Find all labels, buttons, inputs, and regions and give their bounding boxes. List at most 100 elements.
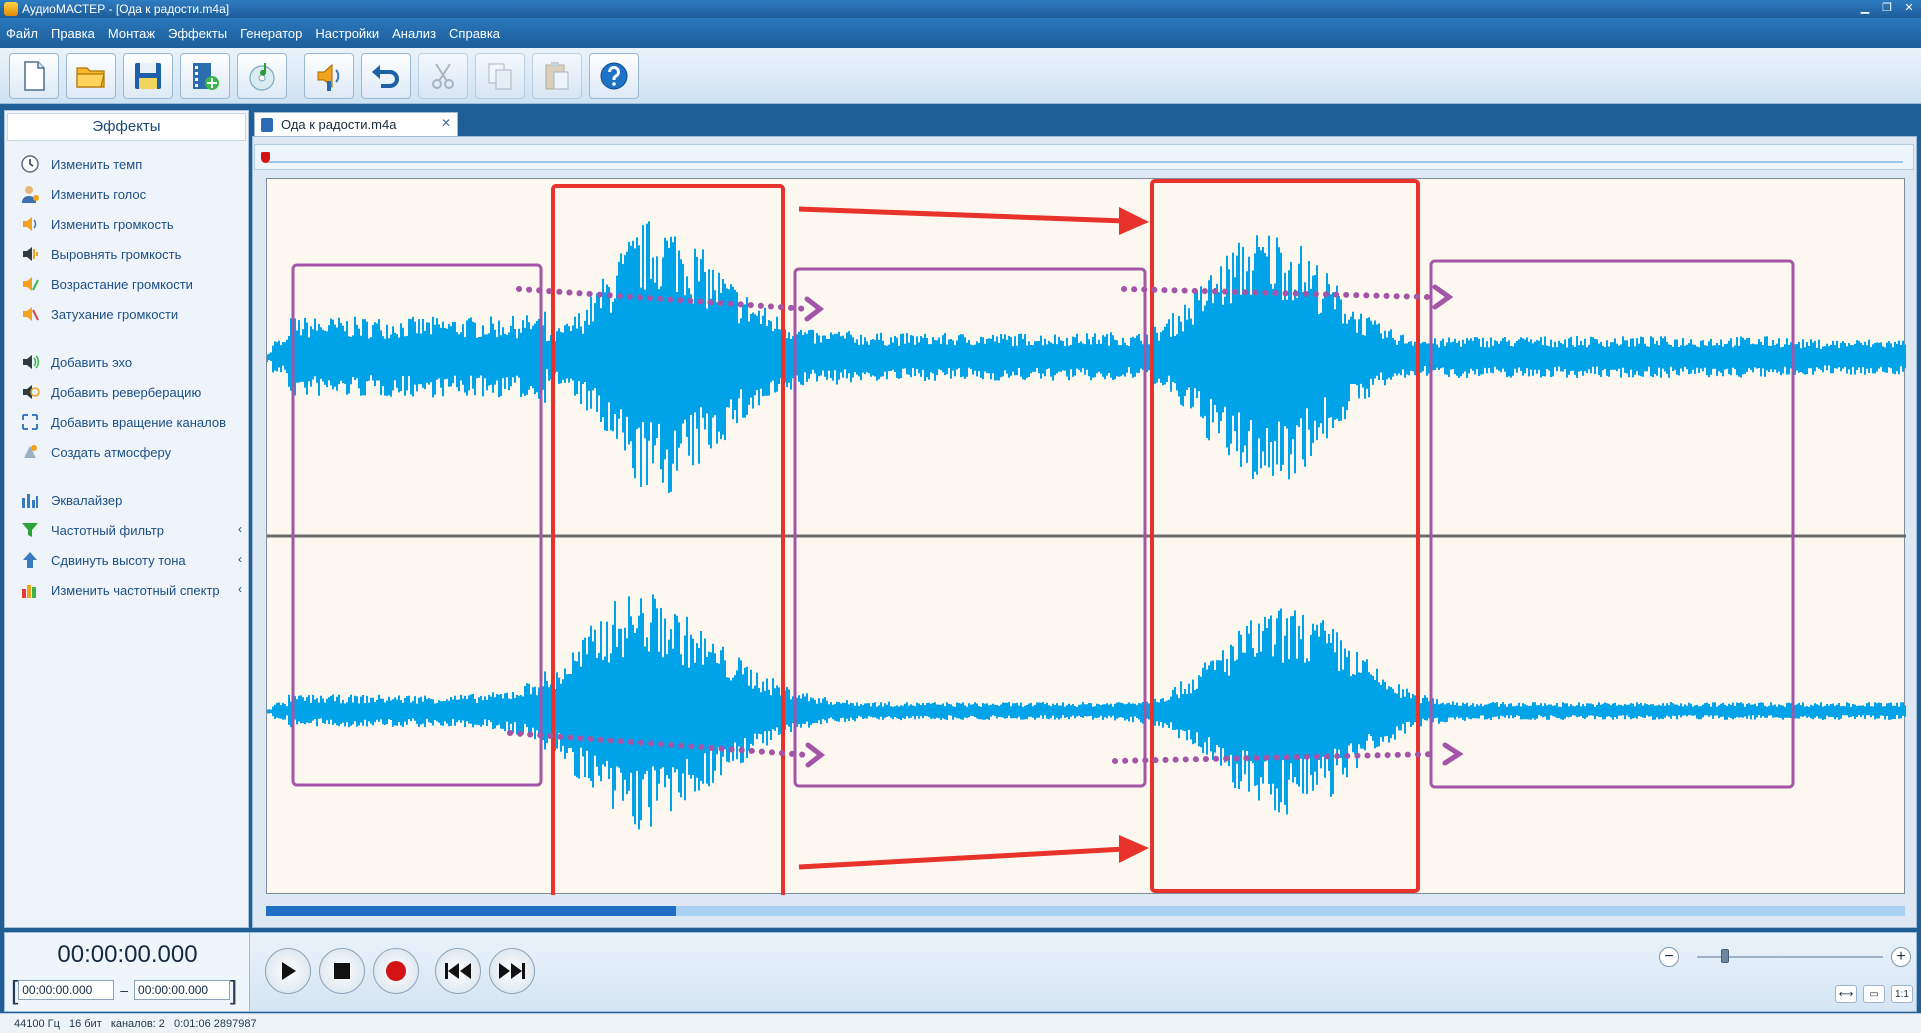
audio-properties-icon (317, 63, 340, 91)
arrowhead-icon (1432, 284, 1454, 310)
arrowhead-icon (804, 296, 825, 322)
effect-fade-in[interactable]: Возрастание громкости (5, 269, 248, 299)
playhead-marker[interactable] (261, 152, 270, 163)
volume-level-icon (19, 243, 41, 265)
arrow-head-icon (1119, 207, 1149, 235)
effect-label: Частотный фильтр (51, 522, 164, 538)
bracket-right: ] (230, 975, 238, 1005)
help-button[interactable] (589, 52, 639, 99)
effect-create-atmosphere[interactable]: Создать атмосферу (5, 437, 248, 467)
effect-change-tempo[interactable]: Изменить темп (5, 149, 248, 179)
menu-help[interactable]: Справка (449, 26, 500, 41)
selection-range: [ – ] (11, 977, 237, 1003)
play-button[interactable] (265, 948, 311, 994)
chevron-left-icon[interactable]: ‹ (238, 522, 242, 536)
zoom-in-button[interactable]: + (1891, 947, 1911, 967)
effect-label: Добавить эхо (51, 354, 133, 370)
arrowhead-icon (805, 742, 826, 768)
timeline-ruler[interactable] (254, 144, 1914, 170)
burn-cd-button[interactable] (237, 52, 287, 99)
toolbar (0, 48, 1921, 104)
effect-label: Возрастание громкости (51, 276, 193, 292)
menu-generator[interactable]: Генератор (240, 26, 302, 41)
filter-funnel-icon (19, 519, 41, 541)
audio-properties-button[interactable] (304, 52, 354, 99)
menu-file[interactable]: Файл (6, 26, 38, 41)
range-start-input[interactable] (18, 980, 115, 1000)
effect-change-volume[interactable]: Изменить громкость (5, 209, 248, 239)
fit-width-button[interactable]: ⟷ (1835, 985, 1857, 1003)
menu-settings[interactable]: Настройки (315, 26, 379, 41)
close-icon[interactable]: ✕ (1901, 0, 1917, 16)
arrow-shaft (798, 846, 1126, 870)
cut-button[interactable] (418, 52, 468, 99)
waveform-svg (267, 179, 1906, 895)
undo-icon (372, 64, 399, 88)
tab-audio-file[interactable]: Ода к радости.m4a ✕ (254, 112, 458, 136)
effect-fade-out[interactable]: Затухание громкости (5, 299, 248, 329)
cut-icon (432, 62, 454, 89)
minimize-icon[interactable]: ▁ (1857, 0, 1873, 16)
status-sample-rate: 44100 Гц (14, 1018, 60, 1030)
effect-frequency-filter[interactable]: Частотный фильтр ‹ (5, 515, 248, 545)
effect-label: Добавить вращение каналов (51, 414, 226, 430)
undo-button[interactable] (361, 52, 411, 99)
status-bar: 44100 Гц 16 бит каналов: 2 0:01:06 28979… (0, 1013, 1921, 1033)
current-time: 00:00:00.000 (57, 941, 198, 968)
zoom-slider-thumb[interactable] (1721, 949, 1729, 963)
chevron-left-icon[interactable]: ‹ (238, 552, 242, 566)
zoom-1-1-button[interactable]: 1:1 (1891, 985, 1913, 1003)
add-video-button[interactable] (180, 52, 230, 99)
stop-button[interactable] (319, 948, 365, 994)
effect-label: Выровнять громкость (51, 246, 182, 262)
save-button[interactable] (123, 52, 173, 99)
record-icon (386, 961, 406, 981)
record-button[interactable] (373, 948, 419, 994)
effect-change-spectrum[interactable]: Изменить частотный спектр ‹ (5, 575, 248, 605)
chevron-left-icon[interactable]: ‹ (238, 582, 242, 596)
zoom-out-button[interactable]: − (1659, 947, 1679, 967)
effects-group-basic: Изменить темп Изменить голос Изменить гр… (5, 143, 248, 329)
copy-icon (488, 63, 512, 89)
effect-label: Добавить реверберацию (51, 384, 202, 400)
waveform-canvas[interactable] (266, 178, 1906, 895)
rewind-icon (445, 963, 471, 979)
close-icon[interactable]: ✕ (441, 116, 451, 130)
horizontal-scrollbar[interactable] (266, 906, 1905, 916)
paste-icon (545, 61, 569, 89)
copy-button[interactable] (475, 52, 525, 99)
fit-selection-button[interactable]: ▭ (1863, 985, 1885, 1003)
paste-button[interactable] (532, 52, 582, 99)
timeline-track (267, 161, 1903, 163)
add-video-icon (193, 62, 219, 90)
fast-forward-icon (499, 963, 525, 979)
arrowhead-icon (1442, 742, 1464, 766)
effect-shift-pitch[interactable]: Сдвинуть высоту тона ‹ (5, 545, 248, 575)
new-file-button[interactable] (9, 52, 59, 99)
menu-analysis[interactable]: Анализ (392, 26, 436, 41)
menu-edit[interactable]: Правка (51, 26, 95, 41)
effects-group-space: Добавить эхо Добавить реверберацию Добав… (5, 341, 248, 467)
scrollbar-thumb[interactable] (266, 906, 676, 916)
open-button[interactable] (66, 52, 116, 99)
effect-equalizer[interactable]: Эквалайзер (5, 485, 248, 515)
effect-add-reverb[interactable]: Добавить реверберацию (5, 377, 248, 407)
effect-label: Создать атмосферу (51, 444, 172, 460)
spectrum-icon (19, 579, 41, 601)
menu-effects[interactable]: Эффекты (168, 26, 227, 41)
menu-bar: Файл Правка Монтаж Эффекты Генератор Нас… (0, 18, 1921, 48)
reverb-icon (19, 381, 41, 403)
effect-channel-rotation[interactable]: Добавить вращение каналов (5, 407, 248, 437)
range-end-input[interactable] (134, 980, 231, 1000)
voice-person-icon (19, 183, 41, 205)
atmosphere-icon (19, 441, 41, 463)
title-bar: АудиоМАСТЕР - [Ода к радости.m4a] ▁ ❐ ✕ (0, 0, 1921, 18)
effect-normalize-volume[interactable]: Выровнять громкость (5, 239, 248, 269)
fade-out-icon (19, 303, 41, 325)
fast-forward-button[interactable] (489, 948, 535, 994)
restore-icon[interactable]: ❐ (1879, 0, 1895, 16)
effect-change-voice[interactable]: Изменить голос (5, 179, 248, 209)
rewind-button[interactable] (435, 948, 481, 994)
effect-add-echo[interactable]: Добавить эхо (5, 347, 248, 377)
menu-montage[interactable]: Монтаж (108, 26, 155, 41)
